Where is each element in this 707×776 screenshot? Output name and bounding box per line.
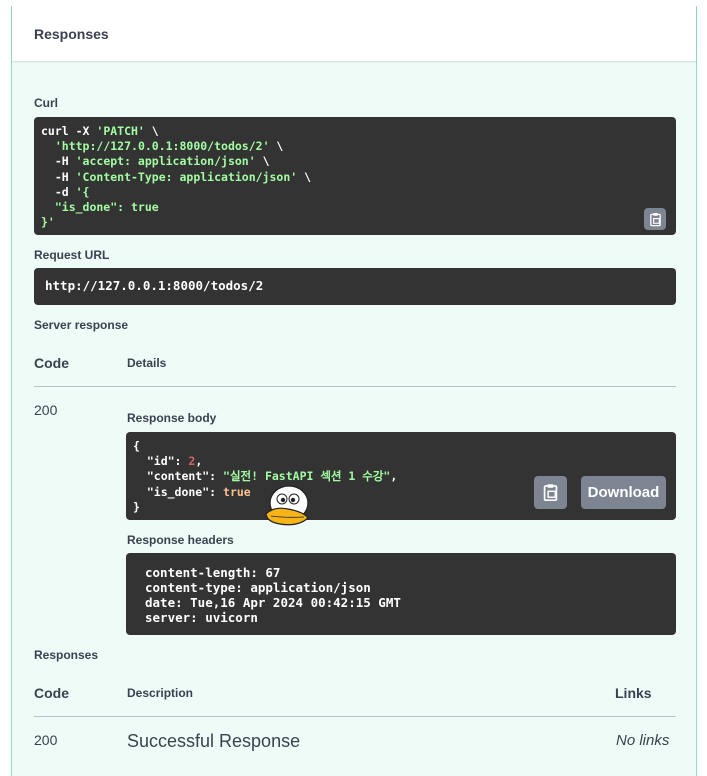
- response-row-links: No links: [616, 732, 670, 749]
- response-headers-label: Response headers: [127, 533, 234, 547]
- responses-title: Responses: [34, 26, 109, 42]
- copy-response-button[interactable]: [534, 476, 567, 509]
- responses-table-divider: [34, 716, 676, 717]
- curl-line: -H 'accept: application/json' \: [41, 154, 270, 169]
- curl-line: 'http://127.0.0.1:8000/todos/2' \: [54, 139, 284, 154]
- download-button[interactable]: Download: [581, 476, 666, 509]
- curl-code-block[interactable]: curl -X 'PATCH' \ 'http://127.0.0.1:8000…: [34, 117, 676, 235]
- curl-line: }': [41, 215, 55, 230]
- curl-line: curl -X 'PATCH' \: [41, 124, 159, 138]
- request-url-value[interactable]: http://127.0.0.1:8000/todos/2: [34, 268, 676, 305]
- responses-table-label: Responses: [34, 648, 99, 662]
- responses-col-links: Links: [615, 685, 652, 701]
- header-line: server: uvicorn: [145, 610, 258, 625]
- clipboard-icon: [543, 484, 558, 502]
- server-col-code: Code: [34, 355, 69, 371]
- server-response-code: 200: [34, 402, 58, 418]
- responses-header: Responses: [12, 6, 696, 61]
- json-line: "id": 2,: [133, 454, 203, 469]
- responses-col-description: Description: [127, 686, 194, 700]
- duck-sticker-icon: [265, 485, 309, 526]
- response-headers-block[interactable]: content-length: 67 content-type: applica…: [126, 553, 676, 635]
- response-row-code: 200: [34, 732, 58, 748]
- server-col-details: Details: [127, 356, 167, 370]
- responses-panel: Responses Curl curl -X 'PATCH' \ 'http:/…: [11, 6, 697, 776]
- header-line: content-length: 67: [145, 565, 281, 580]
- server-response-label: Server response: [34, 318, 129, 332]
- json-line: {: [133, 439, 140, 453]
- curl-line: -d '{: [41, 184, 90, 199]
- header-line: content-type: application/json: [145, 580, 371, 595]
- curl-label: Curl: [34, 96, 58, 110]
- request-url-label: Request URL: [34, 248, 110, 262]
- response-row-description: Successful Response: [127, 731, 301, 751]
- response-body-label: Response body: [127, 411, 217, 425]
- curl-line: -H 'Content-Type: application/json' \: [41, 169, 312, 184]
- copy-curl-button[interactable]: [644, 208, 666, 230]
- header-line: date: Tue,16 Apr 2024 00:42:15 GMT: [145, 595, 401, 610]
- server-table-divider: [34, 386, 676, 387]
- clipboard-icon: [649, 212, 661, 226]
- responses-col-code: Code: [34, 685, 69, 701]
- curl-line: "is_done": true: [41, 200, 159, 215]
